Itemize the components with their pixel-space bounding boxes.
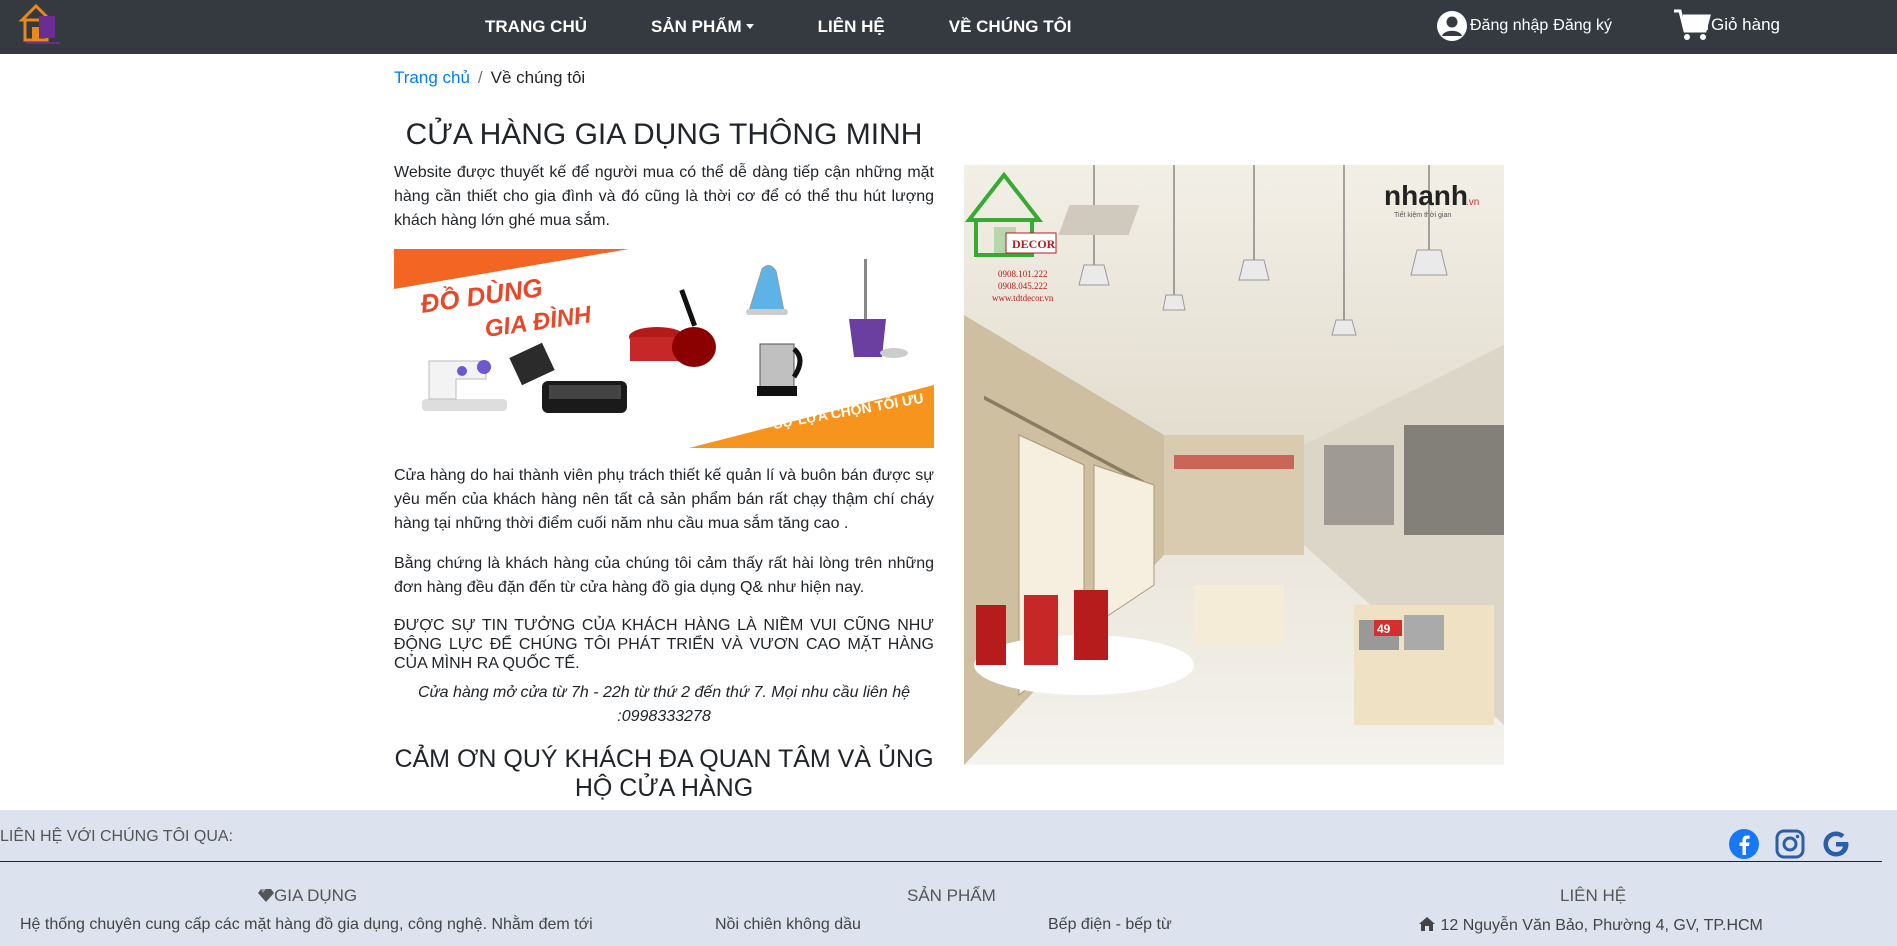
breadcrumb-home[interactable]: Trang chủ	[394, 68, 470, 87]
home-icon	[1419, 917, 1435, 931]
navbar: TRANG CHỦ SẢN PHẨM LIÊN HỆ VỀ CHÚNG TÔI …	[0, 0, 1897, 54]
contact-phone: :0998333278	[617, 708, 711, 725]
instagram-icon[interactable]	[1774, 828, 1806, 860]
footer: LIÊN HỆ VỚI CHÚNG TÔI QUA: GIA DỤNG Hệ t…	[0, 810, 1897, 946]
nav-products-label: SẢN PHẨM	[651, 17, 742, 36]
opening-hours: Cửa hàng mở cửa từ 7h - 22h từ thứ 2 đến…	[394, 681, 934, 729]
footer-address-text: 12 Nguyễn Văn Bảo, Phường 4, GV, TP.HCM	[1440, 917, 1763, 934]
opening-hours-line1: Cửa hàng mở cửa từ 7h - 22h từ thứ 2 đến…	[417, 684, 911, 701]
footer-contact-label: LIÊN HỆ VỚI CHÚNG TÔI QUA:	[0, 828, 234, 845]
auth-links: Đăng nhập Đăng ký	[1436, 10, 1612, 42]
footer-link-stove[interactable]: Bếp điện - bếp từ	[1048, 916, 1172, 934]
nav-products[interactable]: SẢN PHẨM	[651, 17, 754, 37]
knife-set-icon	[509, 342, 555, 386]
cookware-icon	[629, 289, 716, 367]
cart-link[interactable]: Giỏ hàng	[1673, 8, 1780, 42]
register-link[interactable]: Đăng ký	[1553, 17, 1612, 35]
kettle-icon	[757, 343, 803, 396]
mop-bucket-icon	[849, 259, 908, 358]
store-interior-photo: 49 DECOR 0908.101.222 0908.045.222 www.t…	[964, 165, 1504, 765]
mission-paragraph: ĐƯỢC SỰ TIN TƯỞNG CỦA KHÁCH HÀNG LÀ NIỀM…	[394, 617, 934, 672]
breadcrumb-current: Về chúng tôi	[490, 68, 586, 87]
nhanh-watermark-text: nhanh	[1384, 180, 1468, 211]
facebook-icon[interactable]	[1728, 828, 1760, 860]
grill-icon	[542, 381, 627, 413]
user-icon	[1437, 11, 1467, 41]
footer-col-products-title: SẢN PHẨM	[907, 886, 996, 905]
footer-divider	[0, 861, 1882, 862]
intro-paragraph: Website được thuyết kế để người mua có t…	[394, 164, 934, 229]
footer-address: 12 Nguyễn Văn Bảo, Phường 4, GV, TP.HCM	[1418, 916, 1763, 935]
nhanh-watermark-tagline: Tiết kiệm thời gian	[1394, 210, 1451, 219]
breadcrumb: Trang chủ / Về chúng tôi	[394, 68, 585, 88]
cart-icon	[1674, 9, 1711, 40]
chevron-down-icon	[745, 24, 754, 29]
history-paragraph: Cửa hàng do hai thành viên phụ trách thi…	[394, 467, 934, 532]
store-photo-phone2: 0908.045.222	[998, 281, 1048, 291]
thanks-heading: CẢM ƠN QUÝ KHÁCH ĐA QUAN TÂM VÀ ỦNG HỘ CỬ…	[394, 745, 934, 803]
page-title: CỬA HÀNG GIA DỤNG THÔNG MINH	[405, 118, 923, 151]
footer-link-air-fryer[interactable]: Nồi chiên không dầu	[715, 916, 861, 934]
price-tag-text: 49	[1377, 622, 1391, 636]
breadcrumb-separator: /	[477, 68, 483, 87]
store-photo-phone1: 0908.101.222	[998, 269, 1048, 279]
testimonial-paragraph: Bằng chứng là khách hàng của chúng tôi c…	[394, 555, 934, 596]
cart-label: Giỏ hàng	[1711, 15, 1780, 34]
thanks-line1: CẢM ƠN QUÝ KHÁCH ĐA QUAN TÂM VÀ ỦNG	[394, 745, 934, 773]
diamond-icon	[258, 889, 274, 902]
iron-icon	[746, 265, 788, 315]
nav-home[interactable]: TRANG CHỦ	[485, 17, 587, 37]
logo-icon[interactable]	[14, 2, 66, 50]
footer-col-household-title: GIA DỤNG	[274, 886, 358, 905]
nhanh-watermark-suffix: .vn	[1466, 197, 1479, 208]
main-nav: TRANG CHỦ SẢN PHẨM LIÊN HỆ VỀ CHÚNG TÔI	[485, 0, 1136, 54]
tdt-decor-logo-text: DECOR	[1012, 237, 1056, 251]
thanks-line2: HỘ CỬA HÀNG	[574, 774, 754, 802]
footer-col-household: GIA DỤNG	[258, 886, 357, 906]
store-photo-website: www.tdtdecor.vn	[992, 293, 1054, 303]
sewing-machine-icon	[422, 360, 507, 411]
household-banner-image: ĐỒ DÙNG GIA ĐÌNH SỰ LỰA CHỌN TỐI ƯU	[394, 249, 934, 448]
footer-col-household-text: Hệ thống chuyên cung cấp các mặt hàng đồ…	[20, 916, 593, 933]
google-icon[interactable]	[1820, 828, 1852, 860]
footer-col-contact-title: LIÊN HỆ	[1560, 886, 1627, 905]
nav-contact[interactable]: LIÊN HỆ	[818, 17, 885, 37]
nav-about[interactable]: VỀ CHÚNG TÔI	[949, 17, 1072, 37]
login-link[interactable]: Đăng nhập	[1470, 17, 1548, 35]
